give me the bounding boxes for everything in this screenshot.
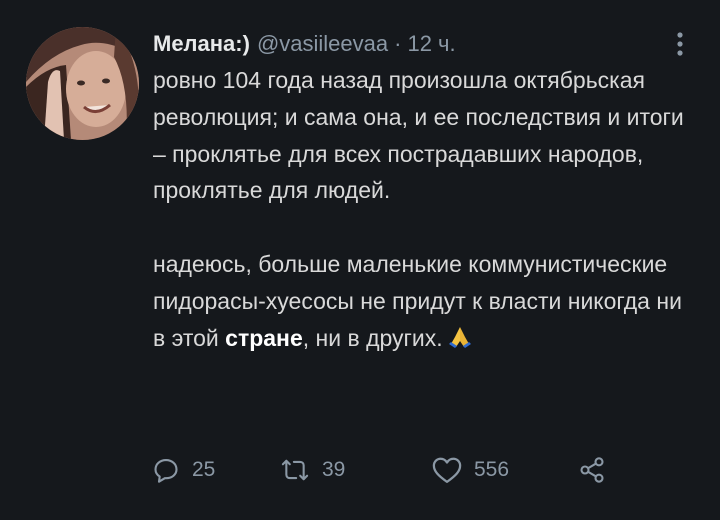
share-button[interactable] bbox=[578, 450, 606, 490]
tweet[interactable]: Мелана:) @vasiileevaa · 12 ч. ровно 104 … bbox=[0, 0, 720, 520]
paragraph-2-end: , ни в других. bbox=[302, 324, 443, 351]
tweet-text: ровно 104 года назад произошла октябрьск… bbox=[153, 62, 698, 360]
reply-icon bbox=[154, 459, 178, 483]
reply-button[interactable]: 25 bbox=[152, 450, 215, 490]
folded-hands-emoji bbox=[447, 324, 473, 361]
separator-dot: · bbox=[394, 31, 402, 56]
display-name[interactable]: Мелана:) bbox=[153, 31, 250, 57]
more-options-button[interactable] bbox=[668, 28, 692, 60]
folded-hands-icon bbox=[448, 326, 471, 348]
retweet-icon bbox=[281, 459, 309, 481]
like-button[interactable]: 556 bbox=[432, 450, 509, 490]
tweet-header: Мелана:) @vasiileevaa · 12 ч. bbox=[153, 27, 456, 61]
tweet-paragraph-2: надеюсь, больше маленькие коммунистическ… bbox=[153, 246, 698, 360]
retweet-count: 39 bbox=[322, 458, 346, 481]
like-count: 556 bbox=[474, 458, 510, 481]
reply-count: 25 bbox=[192, 458, 216, 481]
timestamp[interactable]: 12 ч. bbox=[407, 31, 455, 57]
user-handle[interactable]: @vasiileevaa bbox=[257, 31, 388, 57]
avatar-image bbox=[26, 27, 139, 140]
heart-icon bbox=[432, 457, 462, 483]
share-icon bbox=[580, 457, 604, 483]
tweet-paragraph-1: ровно 104 года назад произошла октябрьск… bbox=[153, 67, 684, 204]
tweet-actions: 25 39 556 bbox=[152, 450, 622, 490]
avatar[interactable] bbox=[26, 27, 139, 140]
bold-word: стране bbox=[225, 324, 303, 351]
more-vertical-icon bbox=[677, 32, 683, 56]
retweet-button[interactable]: 39 bbox=[280, 450, 345, 490]
